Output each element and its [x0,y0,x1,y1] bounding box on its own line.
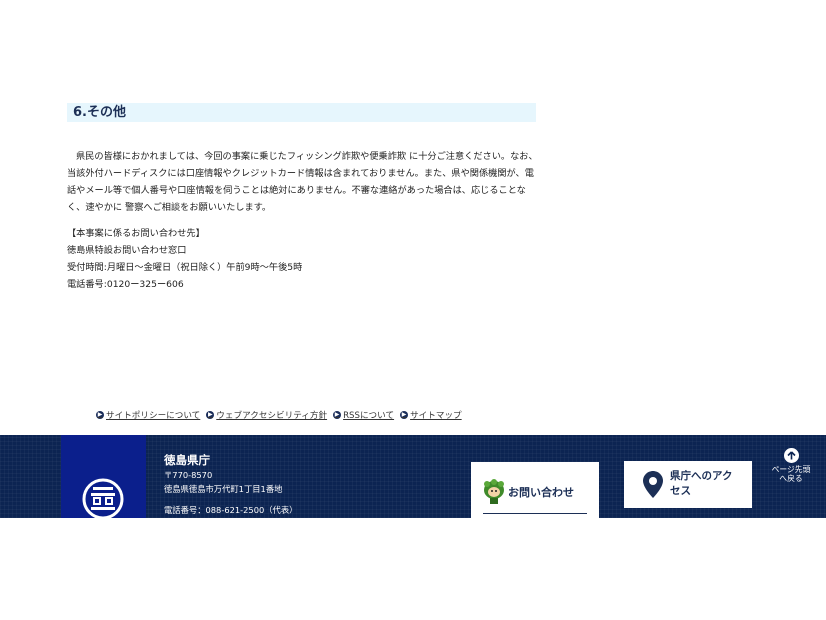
section-heading: 6.その他 [67,103,536,122]
main-phone: 電話番号：088-621-2500（代表） [164,505,298,515]
org-name: 徳島県庁 [164,453,210,467]
page-top-button[interactable]: ページ先頭へ戻る [768,448,814,483]
notice-paragraph: 県民の皆様におかれましては、今回の事案に乗じたフィッシング詐欺や便乗詐欺 に十分… [67,148,539,216]
chevron-right-icon: ▶ [333,411,342,419]
address: 徳島県徳島市万代町1丁目1番地 [164,484,283,494]
arrow-up-icon [783,448,799,463]
sitemap-link[interactable]: ▶ サイトマップ [400,408,462,422]
contact-phone: 電話番号:0120ー325ー606 [67,279,184,290]
site-footer: 徳島県庁 〒770-8570 徳島県徳島市万代町1丁目1番地 電話番号：088-… [0,435,826,518]
contact-office: 徳島県特設お問い合わせ窓口 [67,245,187,256]
page-top-label: ページ先頭へ戻る [771,465,811,483]
inquiry-label: お問い合わせ [508,486,574,499]
access-button[interactable]: 県庁へのアクセス [624,461,752,508]
notice-text: 県民の皆様におかれましては、今回の事案に乗じたフィッシング詐欺や便乗詐欺 に十分… [67,151,538,213]
org-info: 徳島県庁 〒770-8570 徳島県徳島市万代町1丁目1番地 電話番号：088-… [164,452,297,517]
contact-header: 【本事案に係るお問い合わせ先】 [67,228,205,239]
inquiry-button[interactable]: お問い合わせ [471,462,599,518]
prefecture-emblem-icon [82,478,124,518]
contact-block: 【本事案に係るお問い合わせ先】 徳島県特設お問い合わせ窓口 受付時間:月曜日～金… [67,225,539,293]
chevron-right-icon: ▶ [400,411,409,419]
rss-link[interactable]: ▶ RSSについて [333,408,394,422]
postal-code: 〒770-8570 [164,470,213,480]
accessibility-policy-link[interactable]: ▶ ウェブアクセシビリティ方針 [206,408,327,422]
chevron-right-icon: ▶ [206,411,215,419]
access-label: 県庁へのアクセス [670,470,733,497]
chevron-right-icon: ▶ [96,411,104,419]
site-policy-link[interactable]: ▶ サイトポリシーについて [96,408,200,422]
contact-hours: 受付時間:月曜日～金曜日（祝日除く）午前9時～午後5時 [67,262,303,273]
inquiry-underline [483,513,587,514]
footer-links: ▶ サイトポリシーについて ▶ ウェブアクセシビリティ方針 ▶ RSSについて ▶ サイ… [96,408,462,422]
emblem-panel [61,435,146,518]
mascot-icon [484,479,504,504]
map-pin-icon [643,471,663,498]
